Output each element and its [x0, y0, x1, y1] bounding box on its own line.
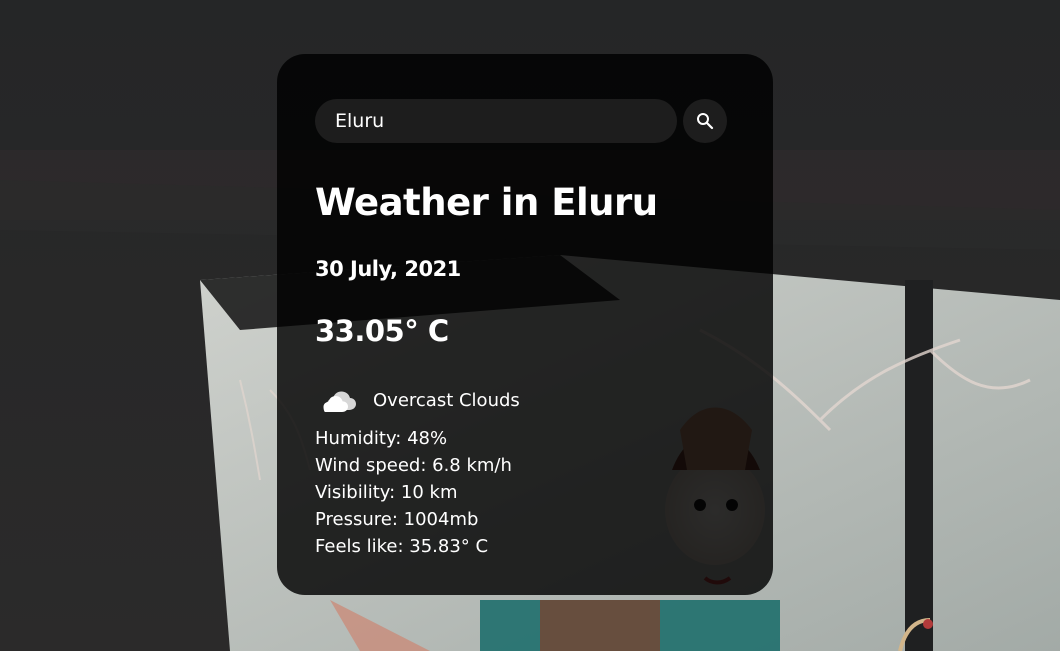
- feels-like: Feels like: 35.83° C: [315, 536, 489, 557]
- cloud-icon: [319, 385, 365, 417]
- weather-date: 30 July, 2021: [315, 257, 461, 281]
- weather-details: Humidity: 48% Wind speed: 6.8 km/h Visib…: [315, 425, 735, 560]
- weather-description-row: Overcast Clouds: [315, 385, 735, 417]
- search-icon: [697, 113, 714, 130]
- temperature: 33.05° C: [315, 314, 449, 348]
- weather-description: Overcast Clouds: [373, 390, 520, 411]
- humidity: Humidity: 48%: [315, 428, 448, 449]
- wind-speed: Wind speed: 6.8 km/h: [315, 455, 512, 476]
- visibility: Visibility: 10 km: [315, 482, 458, 503]
- search-bar: [315, 99, 735, 143]
- pressure: Pressure: 1004mb: [315, 509, 479, 530]
- city-title: Weather in Eluru: [315, 181, 658, 224]
- search-button[interactable]: [683, 99, 727, 143]
- weather-card: Weather in Eluru 30 July, 2021 33.05° C …: [277, 54, 773, 595]
- search-input[interactable]: [315, 99, 677, 143]
